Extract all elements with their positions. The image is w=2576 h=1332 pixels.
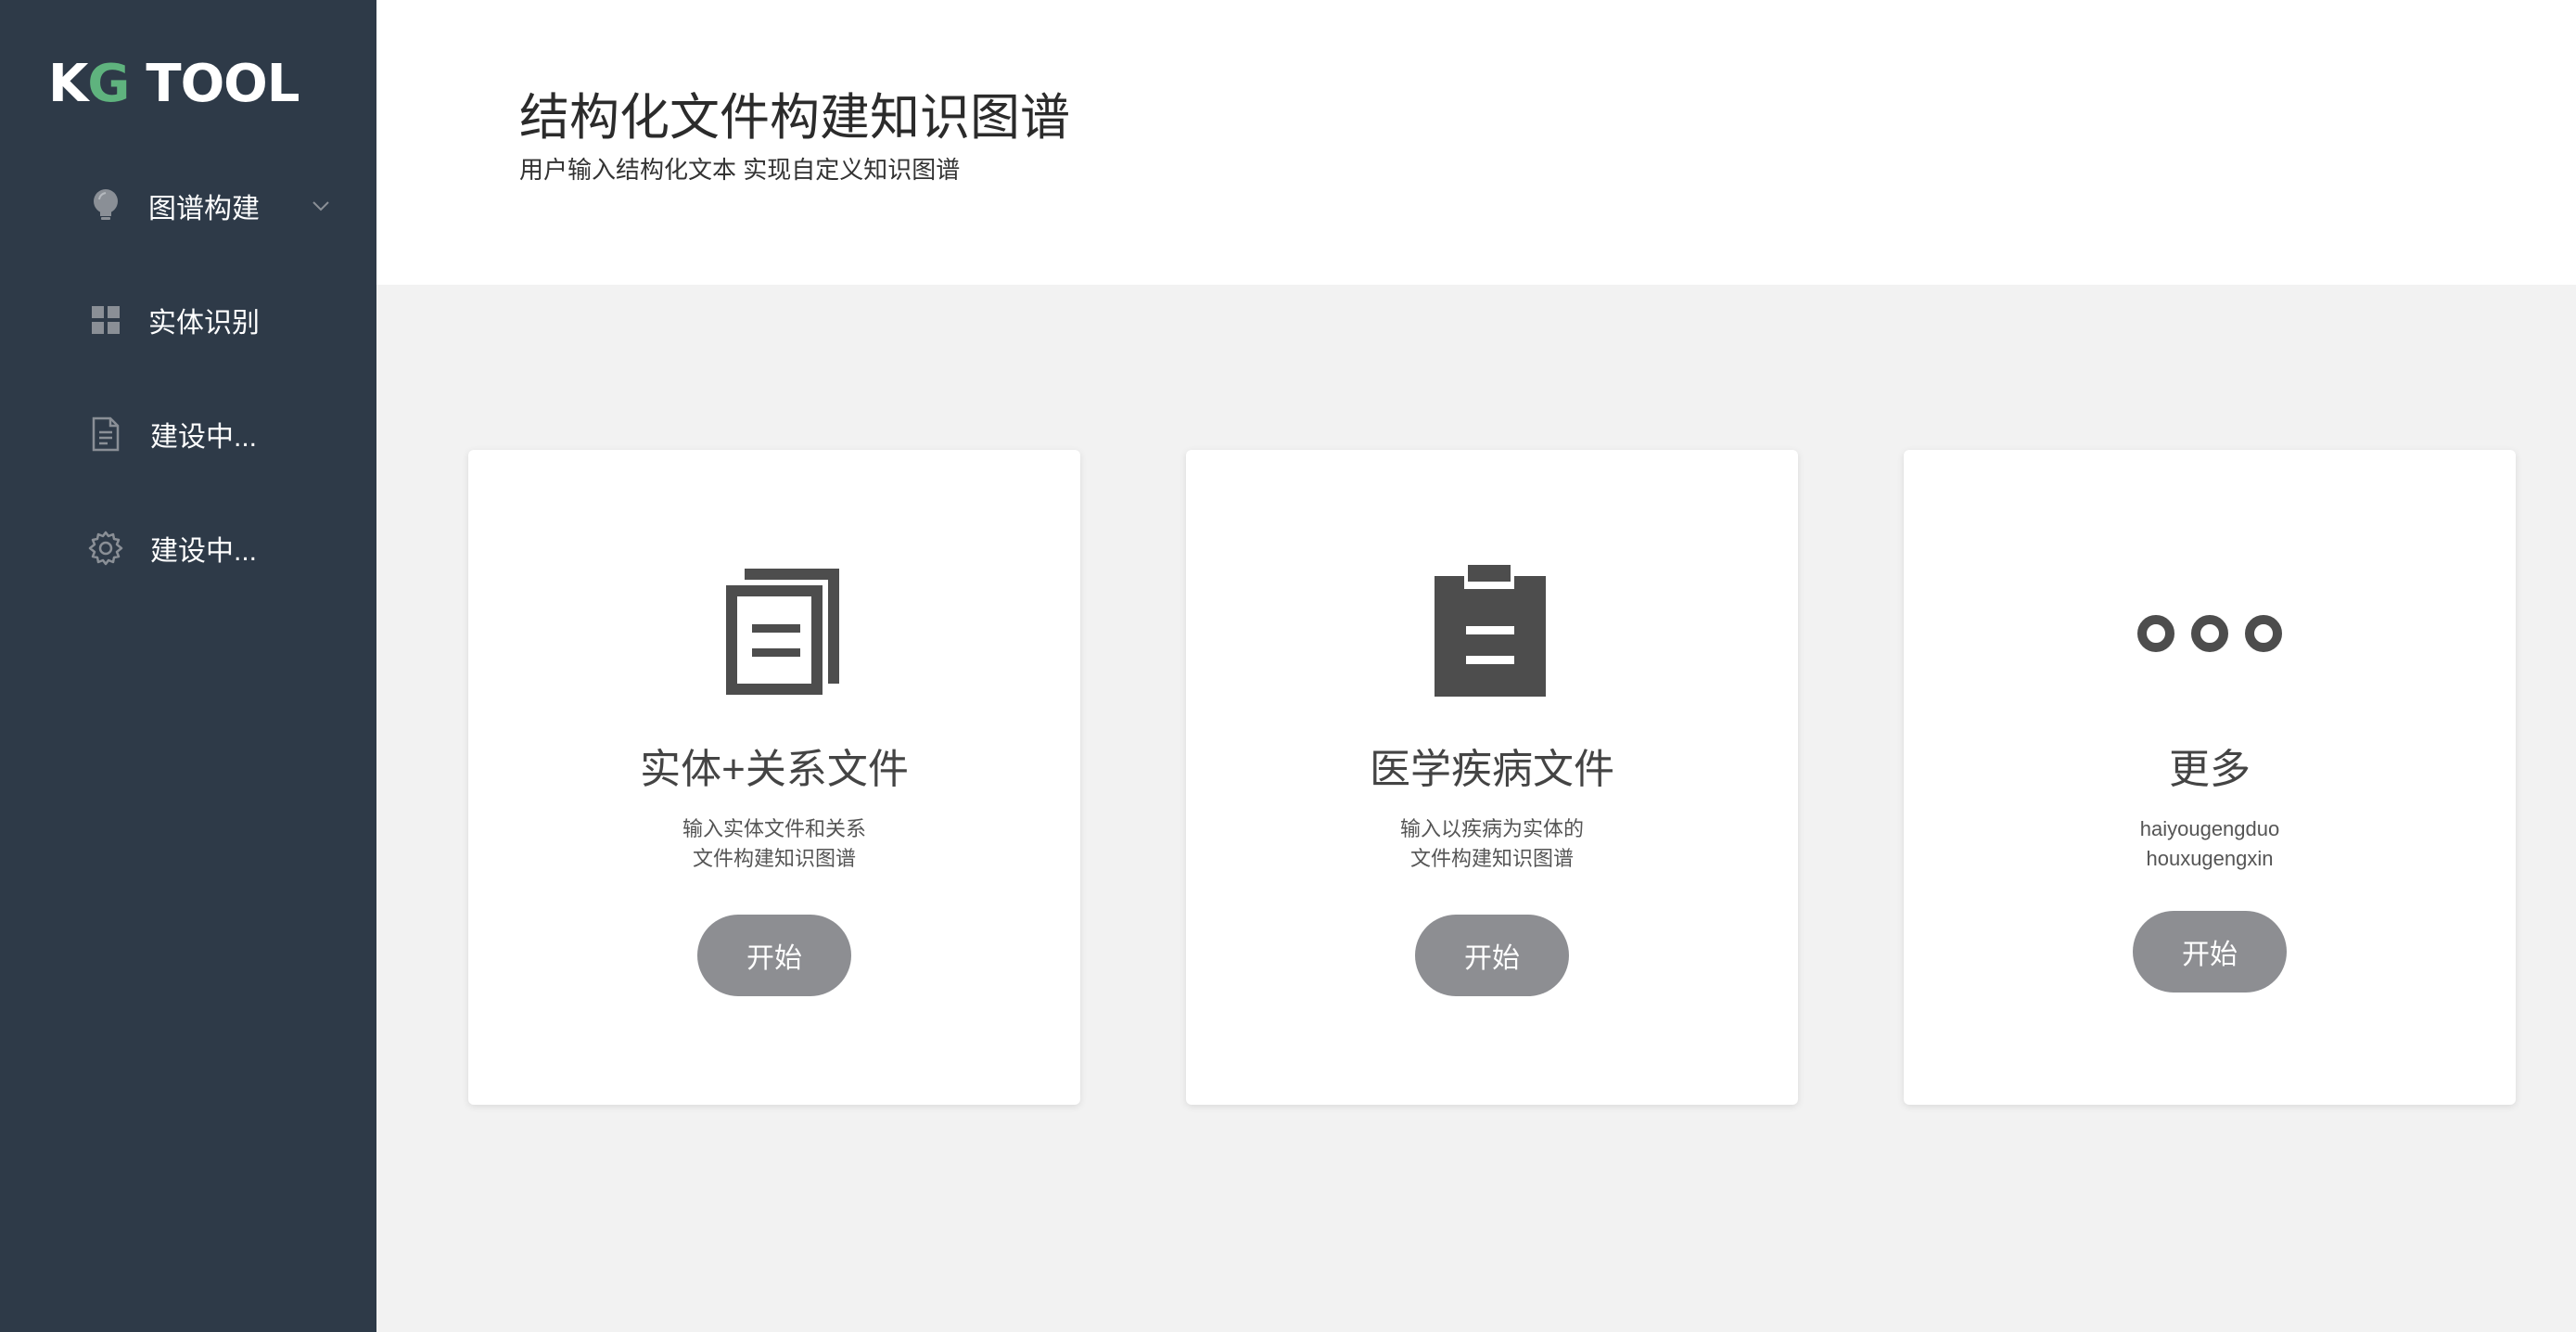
- card-description-line: haiyougengduo: [2139, 817, 2280, 840]
- document-icon: [87, 416, 124, 453]
- card-description-line: 输入以疾病为实体的: [1399, 817, 1584, 840]
- sidebar-item-label: 建设中...: [150, 422, 258, 453]
- page-header: 结构化文件构建知识图谱 用户输入结构化文本 实现自定义知识图谱: [376, 0, 2576, 285]
- more-dots-icon: [2136, 559, 2284, 708]
- copy-files-icon: [700, 559, 848, 708]
- card-medical-disease-file: 医学疾病文件 输入以疾病为实体的 文件构建知识图谱 开始: [1186, 450, 1798, 1105]
- page-title: 结构化文件构建知识图谱: [519, 90, 1070, 146]
- bulb-icon: [87, 187, 124, 224]
- sidebar-item-graph-build[interactable]: 图谱构建: [0, 161, 376, 250]
- sidebar-item-entity-recognition[interactable]: 实体识别: [0, 275, 376, 365]
- logo-k: K: [48, 53, 88, 114]
- card-description: haiyougengduo houxugengxin: [1904, 814, 2516, 874]
- card-description-line: 文件构建知识图谱: [1409, 847, 1574, 870]
- app-root: K G TOOL 图谱构建 实体识别 建设中... 建设中... 结构化文件构建…: [0, 0, 2576, 1332]
- card-title: 实体+关系文件: [640, 747, 909, 792]
- sidebar-item-label: 建设中...: [150, 536, 258, 567]
- logo-g: G: [87, 53, 130, 114]
- card-description: 输入以疾病为实体的 文件构建知识图谱: [1186, 814, 1798, 874]
- grid-icon: [87, 301, 124, 339]
- page-subtitle: 用户输入结构化文本 实现自定义知识图谱: [519, 156, 961, 184]
- sidebar-item-label: 图谱构建: [148, 194, 260, 224]
- card-description-line: 输入实体文件和关系: [682, 817, 866, 840]
- gear-icon: [87, 530, 124, 567]
- card-entity-relation-file: 实体+关系文件 输入实体文件和关系 文件构建知识图谱 开始: [468, 450, 1080, 1105]
- sidebar-item-label: 实体识别: [148, 308, 260, 339]
- card-description: 输入实体文件和关系 文件构建知识图谱: [468, 814, 1080, 874]
- card-more: 更多 haiyougengduo houxugengxin 开始: [1904, 450, 2516, 1105]
- logo: K G TOOL: [48, 52, 300, 115]
- logo-text: K G TOOL: [48, 53, 300, 114]
- sidebar: K G TOOL 图谱构建 实体识别 建设中... 建设中...: [0, 0, 376, 1332]
- card-description-line: houxugengxin: [2146, 847, 2274, 870]
- start-button[interactable]: 开始: [2133, 911, 2287, 993]
- card-title: 更多: [2169, 747, 2251, 792]
- sidebar-item-under-construction-2[interactable]: 建设中...: [0, 504, 376, 593]
- card-description-line: 文件构建知识图谱: [692, 847, 856, 870]
- start-button[interactable]: 开始: [1415, 915, 1569, 996]
- start-button[interactable]: 开始: [697, 915, 851, 996]
- clipboard-icon: [1418, 559, 1566, 708]
- chevron-down-icon[interactable]: [310, 195, 332, 217]
- sidebar-item-under-construction-1[interactable]: 建设中...: [0, 390, 376, 479]
- card-title: 医学疾病文件: [1370, 747, 1614, 792]
- logo-tool: TOOL: [146, 53, 300, 114]
